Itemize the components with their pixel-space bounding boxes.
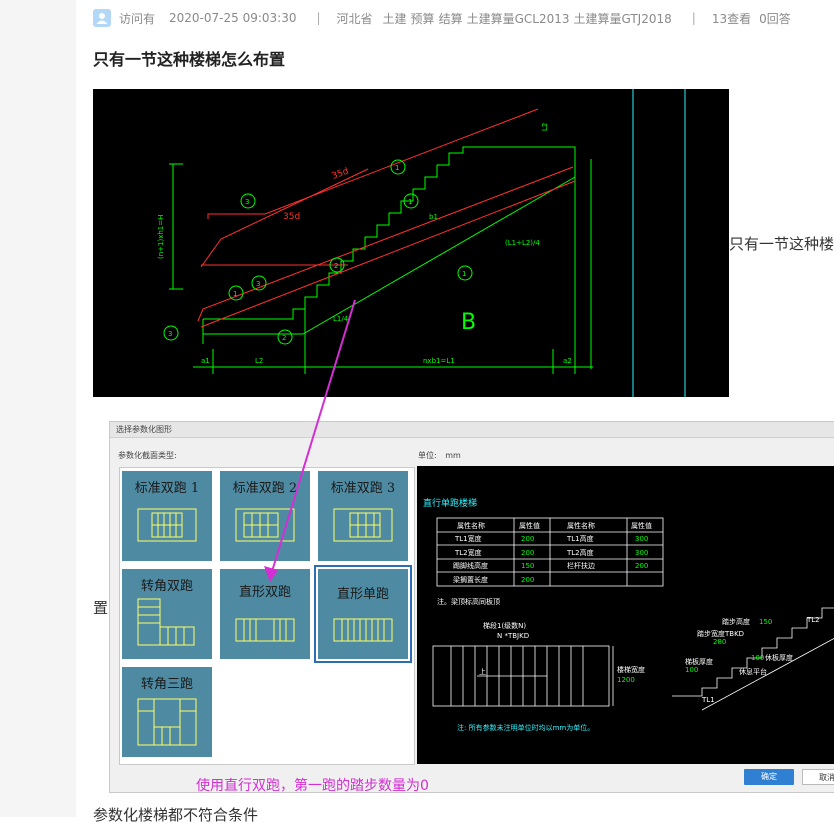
question-body-text: 参数化楼梯都不符合条件: [93, 806, 259, 824]
annotation-text: 使用直行双跑，第一跑的踏步数量为0: [196, 778, 429, 794]
annotation-arrow: [264, 299, 356, 582]
